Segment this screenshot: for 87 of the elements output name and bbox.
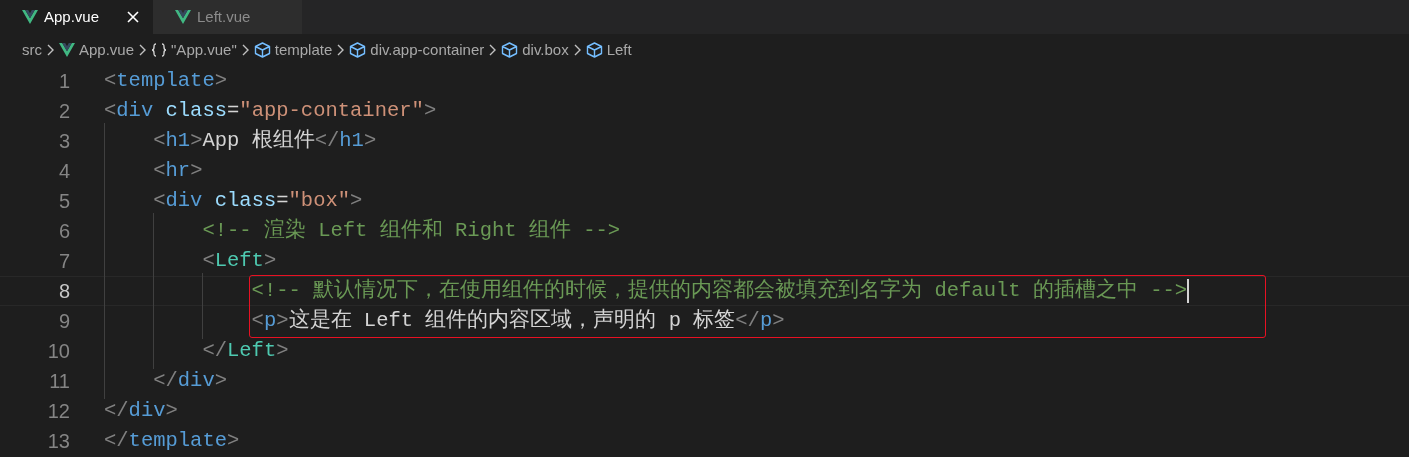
code-token: > <box>214 67 228 94</box>
code-token: "box" <box>288 187 351 214</box>
cube-icon <box>253 42 271 58</box>
cube-icon <box>501 42 519 58</box>
code-token: < <box>153 127 166 154</box>
vue-logo-icon <box>59 43 75 57</box>
chevron-right-icon <box>139 44 147 56</box>
line-number: 12 <box>46 399 70 424</box>
chevron-right-icon <box>489 44 497 56</box>
editor-tab[interactable]: Left.vue <box>153 0 302 34</box>
code-token: > <box>190 127 203 154</box>
line-number: 9 <box>57 309 70 334</box>
code-token: class <box>164 97 228 124</box>
breadcrumb-item[interactable]: div.app-container <box>370 38 485 62</box>
code-token: Left <box>227 337 277 364</box>
breadcrumb-item[interactable]: src <box>22 38 42 62</box>
vue-logo-icon <box>22 10 38 24</box>
code-token: </ <box>153 367 178 394</box>
code-token: "app-container" <box>239 97 424 124</box>
code-token: template <box>128 427 228 454</box>
braces-icon <box>151 43 168 57</box>
code-token: = <box>227 97 240 124</box>
code-token: < <box>104 97 117 124</box>
code-token: = <box>276 187 289 214</box>
code-token: App 根组件 <box>202 127 315 154</box>
line-number: 10 <box>46 339 70 364</box>
chevron-right-icon <box>47 44 54 56</box>
code-token: < <box>202 247 215 274</box>
code-comment: <!-- 渲染 Left 组件和 Right 组件 --> <box>202 217 621 244</box>
line-number: 5 <box>57 189 70 214</box>
code-token: h1 <box>165 127 191 154</box>
line-number: 2 <box>57 99 70 124</box>
cube-icon <box>585 42 603 58</box>
vue-logo-icon <box>175 10 191 24</box>
code-token: > <box>423 97 437 124</box>
breadcrumb-item[interactable]: template <box>274 38 333 62</box>
cube-icon <box>349 42 367 58</box>
code-token: > <box>276 337 289 364</box>
code-token: > <box>214 367 228 394</box>
code-token: template <box>116 67 215 94</box>
line-number: 11 <box>48 369 70 394</box>
code-token: hr <box>165 157 191 184</box>
code-token: div <box>165 187 203 214</box>
line-number: 3 <box>57 129 70 154</box>
code-token: > <box>350 187 363 214</box>
breadcrumb-item[interactable]: Left <box>606 38 632 62</box>
code-token: > <box>227 427 240 454</box>
line-number: 7 <box>57 249 70 274</box>
code-token: < <box>104 67 117 94</box>
code-token: > <box>263 247 277 274</box>
line-number: 8 <box>57 279 70 304</box>
code-token: Left <box>214 247 264 274</box>
code-token: </ <box>314 127 340 154</box>
code-token: </ <box>735 307 760 334</box>
code-token: class <box>213 187 277 214</box>
code-token: < <box>153 157 166 184</box>
code-token: </ <box>104 397 129 424</box>
text-cursor <box>1187 279 1190 303</box>
chevron-right-icon <box>241 44 249 56</box>
line-number: 4 <box>57 159 70 184</box>
code-token: > <box>165 397 178 424</box>
line-number: 13 <box>46 429 70 454</box>
code-token: div <box>116 97 154 124</box>
code-token: < <box>153 187 166 214</box>
breadcrumb-item[interactable]: div.box <box>522 38 569 62</box>
chevron-right-icon <box>337 44 345 56</box>
close-icon[interactable] <box>127 11 139 23</box>
code-token: p <box>263 307 277 334</box>
code-token: < <box>251 307 264 334</box>
chevron-right-icon <box>573 44 581 56</box>
code-token: > <box>772 307 785 334</box>
line-number: 6 <box>57 219 70 244</box>
code-token: > <box>363 127 377 154</box>
code-token: h1 <box>339 127 364 154</box>
breadcrumb-item[interactable]: "App.vue" <box>171 38 237 62</box>
code-token: </ <box>202 337 227 364</box>
line-number: 1 <box>57 69 70 94</box>
editor-tab[interactable]: App.vue <box>0 0 153 34</box>
code-token: div <box>177 367 215 394</box>
code-token: > <box>276 307 289 334</box>
code-token: 这是在 Left 组件的内容区域，声明的 p 标签 <box>288 307 736 334</box>
breadcrumb-item[interactable]: App.vue <box>79 38 135 62</box>
code-token: p <box>759 307 773 334</box>
code-token: div <box>128 397 166 424</box>
code-token: > <box>190 157 203 184</box>
code-token: </ <box>104 427 129 454</box>
code-comment: <!-- 默认情况下，在使用组件的时候，提供的内容都会被填充到名字为 default 的插槽之中 --> <box>251 277 1188 304</box>
